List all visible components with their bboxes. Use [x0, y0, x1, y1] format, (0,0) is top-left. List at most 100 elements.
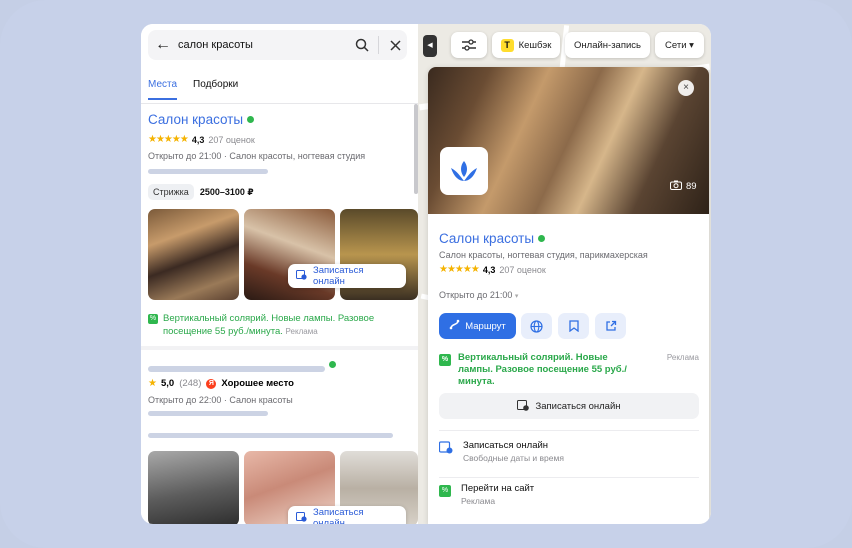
place-categories: Салон красоты, ногтевая студия, парикмах… [439, 250, 648, 260]
website-button[interactable] [521, 313, 552, 339]
price-range: 2500–3100 ₽ [199, 186, 254, 197]
section-divider [439, 430, 699, 431]
route-button[interactable]: Маршрут [439, 313, 516, 339]
place-rating[interactable]: ★★★★★ 4,3 207 оценок [439, 264, 546, 275]
book-online-label: Записаться онлайн [313, 265, 364, 287]
result-photo[interactable] [148, 451, 239, 524]
book-online-item[interactable]: Записаться онлайн Свободные даты и время [438, 440, 564, 463]
photo-count-value: 89 [686, 181, 697, 192]
hours-text: Открыто до 21:00 [439, 290, 513, 300]
book-online-button[interactable]: Записаться онлайн [439, 393, 699, 419]
rating-value: 4,3 [482, 264, 496, 275]
chevron-down-icon: ▾ [514, 293, 519, 300]
promo-text: Вертикальный солярий. Новые лампы. Разов… [458, 352, 627, 387]
salon-logo [440, 147, 488, 195]
book-online-button[interactable]: Записаться онлайн [288, 264, 406, 288]
item-subtitle: Свободные даты и время [463, 453, 564, 463]
promo-text: Вертикальный солярий. Новые лампы. Разов… [163, 313, 375, 337]
globe-icon [530, 319, 543, 333]
rating-value: 4,3 [191, 134, 205, 145]
search-input[interactable]: салон красоты [178, 39, 350, 51]
reviews-count: 207 оценок [499, 264, 546, 275]
bookmark-icon [568, 320, 579, 332]
discount-icon: % [439, 485, 451, 497]
price-row: Стрижка 2500–3100 ₽ [148, 184, 254, 200]
results-panel: ← салон красоты Места Подборки Салон кра… [141, 24, 418, 524]
cashback-filter[interactable]: T Кешбэк [492, 32, 560, 58]
item-title: Записаться онлайн [463, 440, 549, 451]
share-icon [605, 320, 616, 331]
rating-value: 5,0 [160, 378, 175, 389]
collapse-panel-button[interactable]: ◀ [423, 35, 437, 57]
place-hours[interactable]: Открыто до 21:00 ▾ [439, 290, 518, 300]
place-title: Салон красоты [439, 231, 546, 246]
result-divider [141, 346, 418, 350]
tab-collections[interactable]: Подборки [193, 79, 238, 100]
reviews-count: 207 оценок [208, 134, 255, 145]
placeholder-line [148, 433, 393, 438]
result-photo[interactable] [148, 209, 239, 300]
promo-block[interactable]: % Вертикальный солярий. Новые лампы. Раз… [148, 312, 410, 338]
share-button[interactable] [595, 313, 626, 339]
item-subtitle: Реклама [461, 496, 496, 506]
calendar-icon [438, 440, 453, 463]
item-title: Перейти на сайт [461, 483, 535, 494]
bookmark-button[interactable] [558, 313, 589, 339]
placeholder-line [148, 411, 268, 416]
result-hours: Открыто до 21:00 · Салон красоты, ногтев… [148, 151, 366, 161]
placeholder-title [148, 366, 325, 372]
yandex-icon: Я [206, 378, 217, 389]
service-chip: Стрижка [148, 184, 194, 200]
close-icon[interactable]: × [678, 80, 694, 96]
route-label: Маршрут [465, 320, 506, 332]
search-icon[interactable] [350, 38, 374, 52]
result-title-text[interactable]: Салон красоты [148, 112, 243, 127]
calendar-icon [517, 399, 530, 414]
tabs-divider [141, 103, 418, 104]
result2-hours: Открыто до 22:00 · Салон красоты [148, 395, 293, 405]
filters-button[interactable] [451, 32, 487, 58]
photo-count[interactable]: 89 [670, 180, 697, 193]
book-online-label: Записаться онлайн [313, 507, 364, 524]
star-icon: ★ [148, 378, 157, 389]
result-rating: ★★★★★ 4,3 207 оценок [148, 134, 255, 145]
promo-block[interactable]: % Вертикальный солярий. Новые лампы. Раз… [439, 352, 699, 388]
stars-icon: ★★★★★ [439, 264, 480, 275]
cashback-label: Кешбэк [518, 39, 552, 51]
tab-places[interactable]: Места [148, 79, 178, 100]
close-icon[interactable] [383, 39, 407, 51]
back-arrow-icon[interactable]: ← [148, 36, 178, 54]
calendar-icon [296, 269, 307, 283]
result-title[interactable]: Салон красоты [148, 112, 255, 127]
search-bar[interactable]: ← салон красоты [148, 30, 407, 60]
online-booking-label: Онлайн-запись [574, 39, 641, 51]
map-area[interactable]: ◀ T Кешбэк Онлайн-запись Сети ▾ × 89 Сал… [418, 24, 711, 524]
discount-icon: % [439, 354, 451, 366]
verified-icon [247, 116, 255, 123]
camera-icon [670, 180, 682, 193]
reviews-count: (248) [179, 378, 202, 389]
chains-filter[interactable]: Сети ▾ [655, 32, 704, 58]
result2-rating: ★ 5,0 (248) Я Хорошее место [148, 378, 294, 389]
route-icon [449, 319, 460, 333]
go-to-site-item[interactable]: % Перейти на сайт Реклама [439, 483, 534, 506]
calendar-icon [296, 511, 307, 524]
stars-icon: ★★★★★ [148, 134, 189, 145]
book-online-button[interactable]: Записаться онлайн [288, 506, 406, 524]
search-divider [378, 36, 379, 54]
tinkoff-icon: T [500, 38, 514, 52]
results-tabs: Места Подборки [148, 79, 238, 100]
place-card: × 89 Салон красоты Салон красоты, ногтев… [428, 67, 709, 524]
ad-label: Реклама [666, 353, 699, 362]
chains-label: Сети ▾ [665, 39, 694, 51]
book-online-label: Записаться онлайн [535, 400, 621, 412]
discount-icon: % [148, 314, 158, 324]
placeholder-line [148, 169, 268, 174]
app-window: ← салон красоты Места Подборки Салон кра… [141, 24, 711, 524]
verified-icon [538, 235, 546, 242]
filters-icon [462, 39, 476, 51]
ad-label: Реклама [285, 327, 318, 336]
verified-icon [329, 361, 336, 368]
section-divider [439, 477, 699, 478]
online-booking-filter[interactable]: Онлайн-запись [565, 32, 650, 58]
